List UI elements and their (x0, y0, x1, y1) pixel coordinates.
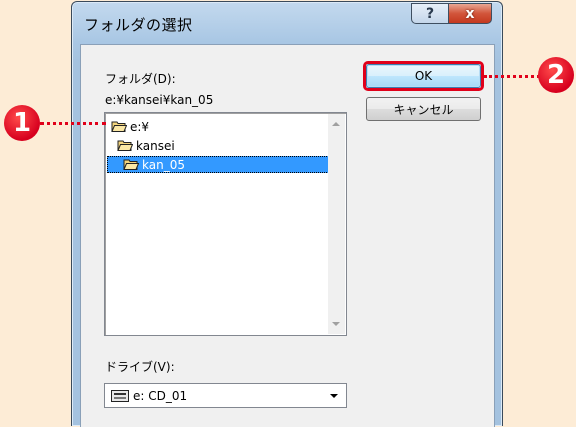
help-icon: ? (425, 5, 435, 22)
drive-select-value: e: CD_01 (133, 388, 188, 403)
help-button[interactable]: ? (411, 3, 448, 24)
callout-number: 2 (546, 60, 566, 90)
callout-marker-2: 2 (538, 57, 574, 93)
tree-item-kansei[interactable]: kansei (117, 137, 175, 154)
callout-marker-1: 1 (4, 105, 40, 141)
callout-leader-1 (40, 122, 106, 125)
tree-item-kan-05[interactable]: kan_05 (107, 156, 329, 173)
chevron-down-icon[interactable] (330, 394, 338, 398)
current-path: e:¥kansei¥kan_05 (105, 93, 214, 107)
callout-leader-2 (484, 75, 540, 78)
ok-button-highlight (363, 61, 484, 91)
dialog-title: フォルダの選択 (84, 16, 193, 34)
tree-item-label: e:¥ (130, 119, 150, 134)
drive-label: ドライブ(V): (105, 360, 175, 374)
cd-drive-icon (111, 389, 129, 402)
callout-number: 1 (12, 108, 32, 138)
cancel-button[interactable]: キャンセル (366, 97, 481, 121)
folder-label: フォルダ(D): (105, 72, 176, 86)
drive-select[interactable]: e: CD_01 (104, 383, 347, 408)
folder-tree[interactable]: e:¥ kansei kan_05 (104, 112, 347, 336)
folder-open-icon (117, 140, 133, 151)
close-button[interactable]: x (448, 3, 492, 24)
scroll-up-arrow-icon[interactable] (332, 122, 340, 126)
folder-open-icon (123, 159, 139, 170)
folder-open-icon (111, 121, 127, 132)
scroll-down-arrow-icon[interactable] (332, 322, 340, 326)
tree-item-label: kansei (136, 138, 175, 153)
tree-item-e-root[interactable]: e:¥ (111, 118, 149, 135)
tree-item-label: kan_05 (142, 157, 185, 172)
tree-scrollbar[interactable] (328, 114, 345, 334)
close-icon: x (465, 5, 475, 22)
